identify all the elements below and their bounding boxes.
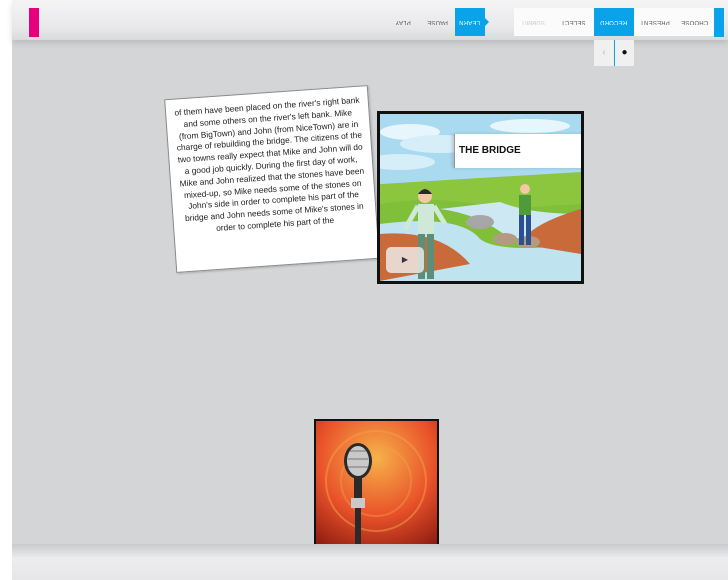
pager: ‹ ● — [594, 40, 634, 66]
scene-title: THE BRIDGE — [454, 134, 581, 168]
bridge-scene-card[interactable]: THE BRIDGE ▶ — [377, 111, 584, 284]
nav-select[interactable]: SELECT — [552, 8, 594, 36]
story-text-card[interactable]: · · · · · · · · · · · · · · · · · · · of… — [164, 85, 380, 273]
nav-choose[interactable]: CHOOSE — [676, 8, 714, 36]
bottom-bar — [12, 544, 728, 580]
nav-play[interactable]: PLAY — [387, 8, 419, 36]
nav-submit[interactable]: SUBMIT — [514, 8, 552, 36]
brand-marker — [29, 8, 39, 37]
playback-nav: PLAY PAUSE LEARN — [387, 8, 485, 36]
chevron-left-icon[interactable]: ‹ — [594, 40, 614, 66]
mode-nav: SUBMIT SELECT RECORD PRESENT CHOOSE — [514, 8, 714, 36]
nav-learn[interactable]: LEARN — [455, 8, 485, 36]
nav-record[interactable]: RECORD — [594, 8, 634, 36]
learn-arrow-icon — [484, 17, 489, 27]
microphone-icon — [325, 430, 427, 544]
page-dot[interactable]: ● — [614, 40, 634, 66]
microphone-card[interactable] — [314, 419, 439, 546]
toolbar-edge — [714, 8, 724, 37]
play-icon[interactable]: ▶ — [386, 247, 424, 273]
story-text: of them have been placed on the river's … — [174, 94, 365, 233]
nav-present[interactable]: PRESENT — [634, 8, 676, 36]
nav-pause[interactable]: PAUSE — [419, 8, 455, 36]
